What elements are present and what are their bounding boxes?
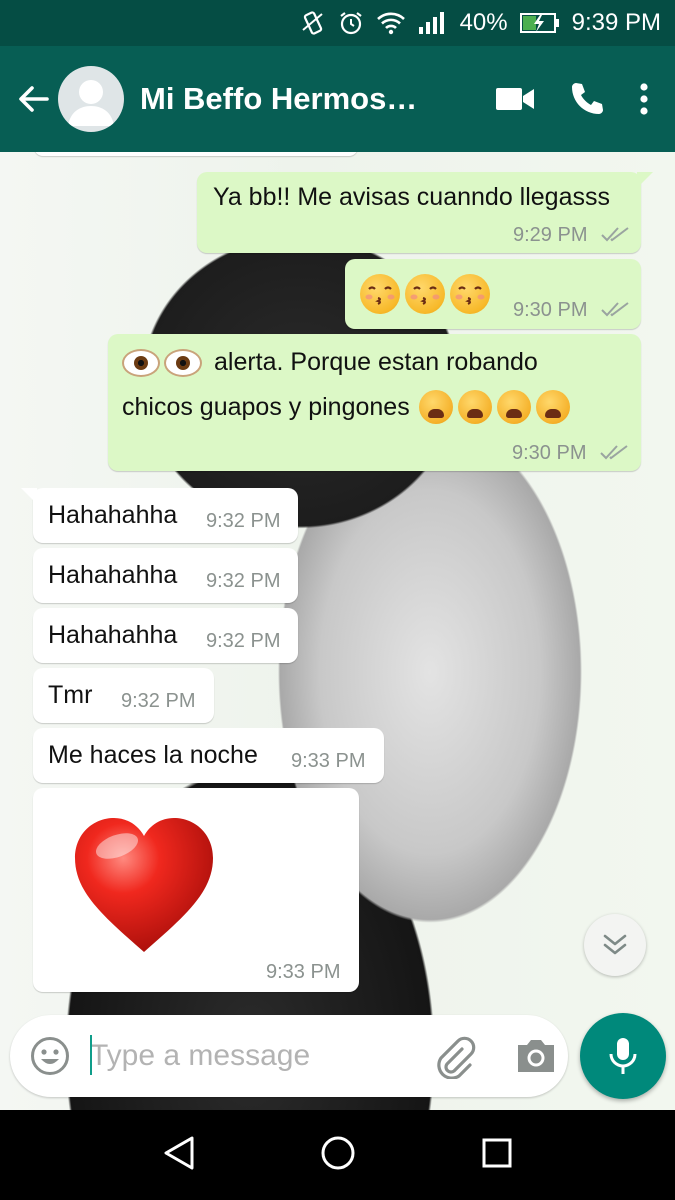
video-camera-icon (496, 88, 534, 110)
message-time: 9:29 PM (513, 224, 588, 246)
message-bubble-incoming[interactable]: Tmr 9:32 PM (33, 668, 214, 723)
nav-back-button[interactable] (162, 1135, 196, 1176)
message-bubble-incoming[interactable]: Hahahahha 9:32 PM (21, 488, 298, 543)
message-bubble-partial (34, 152, 358, 156)
microphone-icon (609, 1038, 637, 1074)
message-text: Hahahahha (48, 501, 178, 529)
message-bubble-outgoing[interactable]: 9:30 PM (345, 259, 641, 329)
contact-name[interactable]: Mi Beffo Hermos… (140, 81, 430, 117)
double-check-icon (600, 445, 628, 460)
voice-call-button[interactable] (569, 81, 605, 117)
chat-header: Mi Beffo Hermos… (0, 46, 675, 152)
message-time: 9:32 PM (206, 630, 281, 652)
system-navigation-bar (0, 1110, 675, 1200)
vibrate-icon (300, 10, 326, 36)
signal-icon (418, 11, 448, 35)
battery-charging-icon (519, 12, 560, 34)
message-bubble-incoming[interactable]: 9:33 PM (33, 788, 359, 992)
weary-face-emoji (457, 390, 492, 424)
weary-face-emoji (496, 390, 531, 424)
kissing-face-emoji (450, 274, 490, 314)
scroll-to-bottom-button[interactable] (584, 914, 646, 976)
message-composer (10, 1015, 568, 1097)
message-text: Hahahahha (48, 621, 178, 649)
double-chevron-down-icon (603, 934, 627, 955)
message-time: 9:30 PM (513, 299, 588, 321)
message-time: 9:32 PM (206, 570, 281, 592)
smiley-icon (31, 1037, 69, 1075)
voice-message-button[interactable] (580, 1013, 666, 1099)
message-bubble-incoming[interactable]: Hahahahha 9:32 PM (33, 548, 298, 603)
weary-face-emoji (418, 390, 453, 424)
message-text: alerta. Porque estan robando (214, 348, 538, 376)
double-check-icon (601, 302, 629, 317)
eye-emoji (164, 348, 202, 377)
whatsapp-chat-screen: 40% 9:39 PM Mi Beffo Hermos… Ya bb!! Me … (0, 0, 675, 1200)
text-cursor (90, 1035, 92, 1075)
contact-avatar[interactable] (58, 66, 124, 132)
arrow-back-icon (19, 86, 49, 112)
phone-icon (572, 83, 603, 114)
message-text: chicos guapos y pingones (122, 392, 410, 421)
clock: 9:39 PM (571, 9, 661, 36)
message-text: Me haces la noche (48, 741, 258, 769)
triangle-back-icon (164, 1136, 194, 1169)
status-bar: 40% 9:39 PM (0, 0, 675, 46)
kissing-face-emoji (405, 274, 445, 314)
video-call-button[interactable] (495, 86, 535, 112)
attach-button[interactable] (432, 1035, 476, 1080)
message-time: 9:33 PM (291, 750, 366, 772)
kissing-face-emoji (360, 274, 400, 314)
message-input[interactable] (90, 1033, 410, 1079)
double-check-icon (601, 227, 629, 242)
eye-emoji (122, 348, 160, 377)
wifi-icon (376, 11, 406, 35)
vertical-dots-icon (640, 83, 648, 115)
message-bubble-incoming[interactable]: Me haces la noche 9:33 PM (33, 728, 384, 783)
alarm-icon (338, 10, 364, 36)
message-bubble-incoming[interactable]: Hahahahha 9:32 PM (33, 608, 298, 663)
message-bubble-outgoing[interactable]: alerta. Porque estan robando chicos guap… (108, 334, 641, 471)
nav-recents-button[interactable] (481, 1137, 513, 1174)
chat-messages[interactable]: Ya bb!! Me avisas cuanndo llegasss 9:29 … (0, 152, 675, 1110)
message-text: Ya bb!! Me avisas cuanndo llegasss (213, 183, 610, 211)
message-time: 9:30 PM (512, 442, 587, 464)
battery-percent: 40% (459, 9, 508, 36)
message-text: Hahahahha (48, 561, 178, 589)
message-text: Tmr (48, 681, 93, 709)
emoji-button[interactable] (30, 1036, 70, 1076)
circle-home-icon (321, 1136, 355, 1169)
paperclip-icon (437, 1036, 476, 1080)
message-time: 9:32 PM (206, 510, 281, 532)
default-avatar-icon (68, 80, 114, 126)
back-button[interactable] (8, 69, 58, 129)
red-heart-emoji (75, 818, 213, 952)
camera-icon (518, 1040, 554, 1072)
camera-button[interactable] (514, 1037, 558, 1075)
message-bubble-outgoing[interactable]: Ya bb!! Me avisas cuanndo llegasss 9:29 … (197, 172, 653, 253)
square-recents-icon (482, 1138, 512, 1167)
message-time: 9:32 PM (121, 690, 196, 712)
weary-face-emoji (535, 390, 570, 424)
more-options-button[interactable] (639, 82, 649, 116)
nav-home-button[interactable] (320, 1135, 356, 1176)
message-time: 9:33 PM (266, 961, 341, 983)
